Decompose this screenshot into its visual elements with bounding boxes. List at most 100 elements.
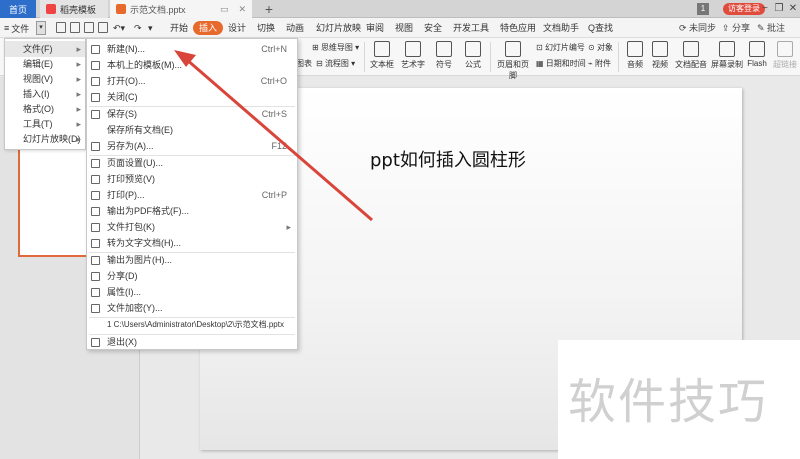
- ribbon-flowchart[interactable]: ⊟ 流程图 ▾: [316, 58, 355, 69]
- minimize-button[interactable]: −: [759, 2, 771, 16]
- submenu-page-setup[interactable]: 页面设置(U)...: [87, 155, 297, 171]
- pdf-icon: [91, 207, 100, 216]
- menu-tab-view[interactable]: 视图: [395, 21, 413, 35]
- menu-tab-assistant[interactable]: 文档助手: [543, 21, 579, 35]
- menu-tab-start[interactable]: 开始: [170, 21, 188, 35]
- menu-item-label: 工具(T): [23, 119, 53, 129]
- close-doc-icon: [91, 93, 100, 102]
- ribbon-object[interactable]: ⊙ 对象: [588, 42, 613, 53]
- open-folder-icon: [91, 77, 100, 86]
- submenu-export-image[interactable]: 输出为图片(H)...: [87, 252, 297, 268]
- search-button[interactable]: Q查找: [588, 21, 613, 35]
- ribbon-headerfooter[interactable]: 页眉和页脚: [494, 41, 532, 81]
- menu-item-tools[interactable]: 工具(T) ▸: [5, 116, 85, 132]
- ribbon-video[interactable]: 视频: [645, 41, 675, 70]
- exit-icon: [91, 338, 100, 347]
- formula-label: 公式: [465, 60, 481, 69]
- new-doc-icon: [91, 45, 100, 54]
- unsync-button[interactable]: ⟳ 未同步: [679, 21, 716, 35]
- menu-tab-review[interactable]: 审阅: [366, 21, 384, 35]
- shortcut-label: Ctrl+O: [260, 76, 287, 86]
- close-tab-icon[interactable]: ✕: [238, 4, 246, 15]
- audio-icon: [627, 41, 643, 57]
- menu-item-label: 幻灯片放映(D): [23, 134, 81, 144]
- submenu-share[interactable]: 分享(D): [87, 268, 297, 284]
- ribbon-record[interactable]: 屏幕录制: [710, 41, 744, 70]
- datetime-label: 日期和时间: [545, 59, 586, 68]
- submenu-local-template[interactable]: 本机上的模板(M)...: [87, 57, 297, 73]
- close-window-button[interactable]: ✕: [787, 2, 799, 16]
- chart-label: 图表: [296, 59, 312, 68]
- arttext-icon: [405, 41, 421, 57]
- ribbon-arttext[interactable]: 艺术字: [398, 41, 428, 70]
- ribbon-slidenum[interactable]: ⊡ 幻灯片编号: [536, 42, 585, 53]
- chevron-down-icon[interactable]: ▾: [36, 21, 46, 35]
- new-tab-button[interactable]: +: [262, 0, 276, 18]
- menu-item-slideshow[interactable]: 幻灯片放映(D) ▸: [5, 131, 85, 147]
- menu-tab-features[interactable]: 特色应用: [500, 21, 536, 35]
- ribbon-mindmap[interactable]: ⊞ 思维导图 ▾: [312, 42, 359, 53]
- menu-tab-animation[interactable]: 动画: [286, 21, 304, 35]
- submenu-print[interactable]: 打印(P)... Ctrl+P: [87, 187, 297, 203]
- ribbon-chart[interactable]: 图表: [296, 58, 312, 69]
- ribbon-docvoice[interactable]: 文档配音: [674, 41, 708, 70]
- submenu-new[interactable]: 新建(N)... Ctrl+N: [87, 41, 297, 57]
- menu-tab-slideshow[interactable]: 幻灯片放映: [316, 21, 361, 35]
- maximize-button[interactable]: ❐: [773, 2, 785, 16]
- tab-template[interactable]: 稻壳模板: [40, 0, 108, 18]
- undo-icon[interactable]: ↶▾: [113, 21, 125, 35]
- record-label: 屏幕录制: [711, 60, 743, 69]
- tab-home[interactable]: 首页: [0, 0, 36, 18]
- menu-tab-transition[interactable]: 切换: [257, 21, 275, 35]
- menu-tab-insert[interactable]: 插入: [193, 21, 224, 35]
- menu-tab-developer[interactable]: 开发工具: [453, 21, 489, 35]
- export-icon[interactable]: [70, 22, 80, 33]
- ribbon-symbol[interactable]: 符号: [429, 41, 459, 70]
- submenu-label: 1 C:\Users\Administrator\Desktop\2\示范文档.…: [107, 320, 284, 329]
- menu-tab-security[interactable]: 安全: [424, 21, 442, 35]
- submenu-close[interactable]: 关闭(C): [87, 89, 297, 105]
- print-preview-icon[interactable]: [98, 22, 108, 33]
- menu-item-file[interactable]: 文件(F) ▸: [5, 41, 85, 57]
- file-menu-button[interactable]: ≡ 文件: [4, 21, 29, 35]
- submenu-to-text[interactable]: 转为文字文档(H)...: [87, 235, 297, 251]
- submenu-save-all[interactable]: 保存所有文档(E): [87, 122, 297, 138]
- menu-item-view[interactable]: 视图(V) ▸: [5, 71, 85, 87]
- monitor-icon[interactable]: ▭: [220, 4, 229, 15]
- comment-button[interactable]: ✎ 批注: [757, 21, 785, 35]
- submenu-properties[interactable]: 属性(I)...: [87, 284, 297, 300]
- ribbon-flash[interactable]: Flash: [742, 41, 772, 68]
- share-button[interactable]: ⇪ 分享: [722, 21, 750, 35]
- menu-item-edit[interactable]: 编辑(E) ▸: [5, 56, 85, 72]
- hamburger-icon: ≡: [4, 23, 10, 33]
- submenu-print-preview[interactable]: 打印预览(V): [87, 171, 297, 187]
- menu-item-insert[interactable]: 插入(I) ▸: [5, 86, 85, 102]
- header-footer-icon: [505, 41, 521, 57]
- save-icon[interactable]: [56, 22, 66, 33]
- print-icon[interactable]: [84, 22, 94, 33]
- window-count-badge: 1: [697, 3, 709, 15]
- submenu-save[interactable]: 保存(S) Ctrl+S: [87, 106, 297, 122]
- tab-document[interactable]: 示范文档.pptx ▭ ✕: [110, 0, 252, 18]
- menu-item-format[interactable]: 格式(O) ▸: [5, 101, 85, 117]
- submenu-recent-file[interactable]: 1 C:\Users\Administrator\Desktop\2\示范文档.…: [87, 317, 297, 333]
- video-label: 视频: [652, 60, 668, 69]
- submenu-pack[interactable]: 文件打包(K) ▸: [87, 219, 297, 235]
- submenu-export-pdf[interactable]: 输出为PDF格式(F)...: [87, 203, 297, 219]
- submenu-open[interactable]: 打开(O)... Ctrl+O: [87, 73, 297, 89]
- ribbon-datetime[interactable]: ▦ 日期和时间: [536, 58, 586, 69]
- ribbon-formula[interactable]: 公式: [458, 41, 488, 70]
- menu-tab-design[interactable]: 设计: [228, 21, 246, 35]
- redo-icon[interactable]: ↷: [134, 21, 142, 35]
- flash-icon: [749, 41, 765, 57]
- page-setup-icon: [91, 159, 100, 168]
- submenu-exit[interactable]: 退出(X): [87, 334, 297, 350]
- submenu-save-as[interactable]: 另存为(A)... F12: [87, 138, 297, 154]
- ribbon-attach[interactable]: ⌁ 附件: [588, 58, 611, 69]
- ribbon-hyperlink[interactable]: 超链接: [770, 41, 800, 70]
- customize-icon[interactable]: ▾: [148, 21, 153, 35]
- slide-title[interactable]: ppt如何插入圆柱形: [370, 146, 526, 172]
- attach-label: 附件: [595, 59, 612, 68]
- submenu-encrypt[interactable]: 文件加密(Y)...: [87, 300, 297, 316]
- ribbon-textbox[interactable]: 文本框: [367, 41, 397, 70]
